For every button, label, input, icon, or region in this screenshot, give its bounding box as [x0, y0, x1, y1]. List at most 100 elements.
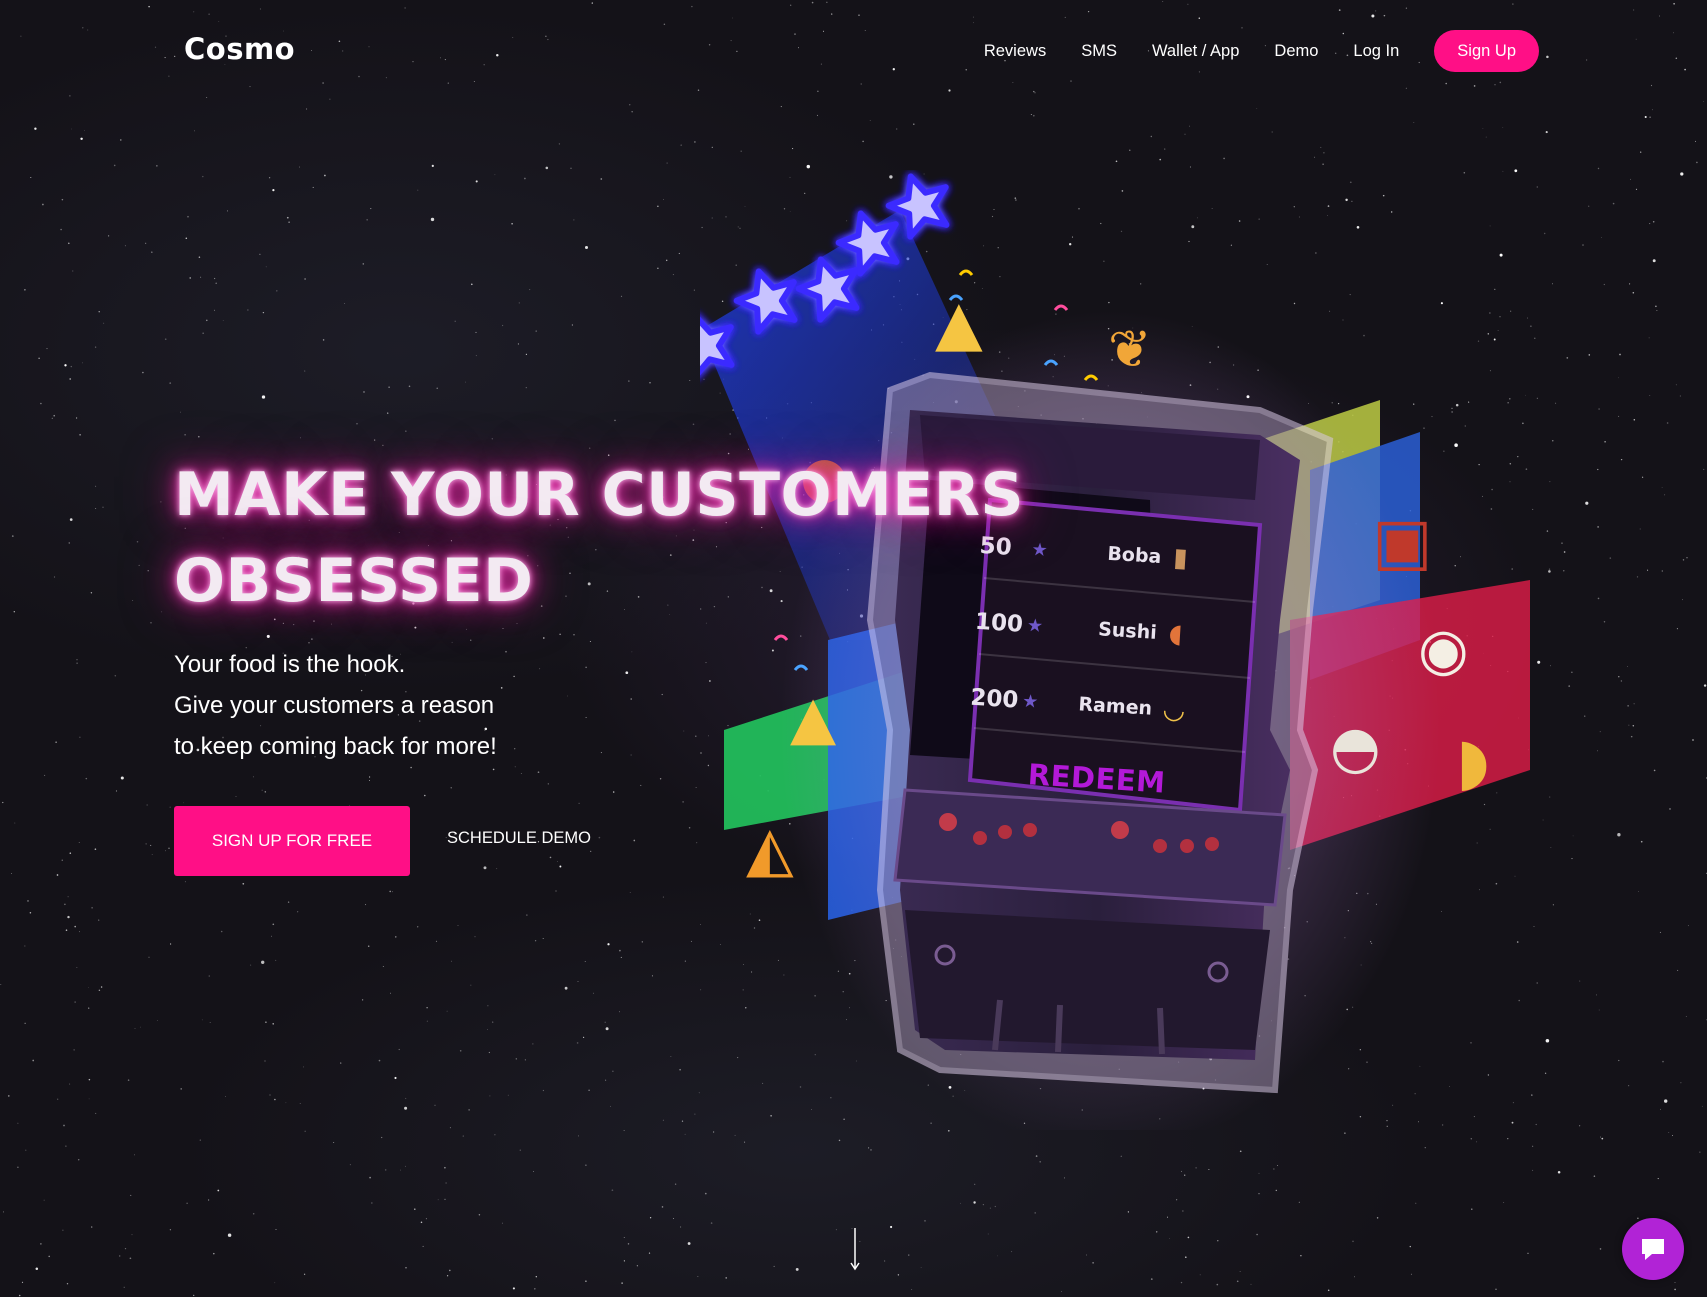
star-dot	[525, 387, 527, 389]
star-dot	[213, 277, 216, 280]
nav-link-log-in[interactable]: Log In	[1353, 42, 1399, 61]
party-popper-icon: ▲	[790, 683, 837, 753]
star-dot	[424, 794, 426, 797]
star-dot	[1352, 1240, 1354, 1243]
schedule-demo-link[interactable]: SCHEDULE DEMO	[447, 829, 591, 848]
star-dot	[711, 146, 713, 149]
star-dot	[578, 802, 580, 805]
star-dot	[670, 1056, 672, 1057]
chat-button[interactable]	[1622, 1218, 1684, 1280]
star-dot	[197, 435, 200, 438]
star-dot	[408, 385, 411, 388]
star-dot	[465, 628, 467, 630]
star-dot	[1502, 127, 1504, 128]
star-dot	[559, 865, 562, 868]
star-dot	[18, 1294, 21, 1297]
star-dot	[169, 1229, 172, 1231]
star-dot	[193, 1294, 195, 1297]
star-dot	[69, 95, 71, 97]
star-dot	[1300, 1254, 1302, 1257]
star-dot	[1092, 1262, 1094, 1264]
star-dot	[148, 956, 150, 958]
star-dot	[817, 90, 819, 93]
star-dot	[1277, 1165, 1279, 1167]
star-dot	[588, 1089, 590, 1092]
star-dot	[960, 1202, 961, 1204]
star-dot	[591, 2, 593, 4]
star-dot	[1383, 14, 1386, 17]
nav-link-sms[interactable]: SMS	[1081, 42, 1117, 61]
star-dot	[483, 866, 487, 870]
star-dot	[555, 890, 557, 892]
star-dot	[288, 221, 290, 224]
star-dot	[630, 754, 632, 756]
star-dot	[1409, 1245, 1411, 1248]
star-dot	[578, 1135, 580, 1137]
star-dot	[262, 311, 265, 314]
star-dot	[1166, 1216, 1169, 1218]
star-dot	[417, 189, 419, 191]
sign-up-for-free-button[interactable]: SIGN UP FOR FREE	[174, 806, 410, 876]
nav-link-demo[interactable]: Demo	[1274, 42, 1318, 61]
star-dot	[304, 278, 306, 280]
star-dot	[322, 339, 325, 341]
star-dot	[129, 1257, 132, 1260]
nav-link-wallet-app[interactable]: Wallet / App	[1152, 42, 1239, 61]
star-dot	[1672, 32, 1675, 34]
star-dot	[79, 736, 81, 738]
star-dot	[1187, 3, 1189, 5]
star-dot	[417, 926, 419, 928]
star-dot	[571, 324, 574, 326]
star-dot	[145, 242, 147, 244]
star-dot	[1258, 1193, 1260, 1195]
star-dot	[636, 1265, 639, 1267]
star-dot	[502, 324, 504, 327]
star-dot	[64, 903, 66, 906]
star-dot	[1236, 1280, 1239, 1283]
star-dot	[198, 256, 201, 258]
star-dot	[710, 1222, 713, 1224]
star-dot	[1632, 725, 1635, 727]
brand-logo[interactable]: Cosmo	[184, 32, 295, 66]
star-dot	[374, 439, 376, 441]
star-dot	[44, 774, 46, 776]
star-dot	[227, 1233, 232, 1237]
star-dot	[73, 1049, 75, 1051]
star-dot	[475, 331, 477, 333]
star-dot	[207, 1199, 210, 1201]
star-dot	[1070, 80, 1072, 82]
star-dot	[1588, 205, 1590, 207]
star-dot	[437, 1199, 439, 1201]
star-dot	[25, 1149, 27, 1151]
star-dot	[687, 1242, 691, 1245]
star-dot	[366, 219, 368, 221]
star-dot	[404, 1106, 408, 1110]
down-arrow-icon[interactable]	[848, 1228, 862, 1272]
star-dot	[470, 639, 472, 641]
star-dot	[1184, 133, 1186, 135]
star-dot	[618, 1011, 621, 1013]
star-dot	[398, 1048, 400, 1051]
star-dot	[519, 1149, 521, 1151]
nav-link-reviews[interactable]: Reviews	[984, 42, 1046, 61]
star-dot	[151, 854, 153, 855]
star-dot	[1473, 85, 1476, 87]
star-dot	[1650, 84, 1653, 87]
star-dot	[98, 989, 101, 992]
curry-rice-icon: ◉	[1418, 615, 1469, 683]
star-dot	[90, 592, 93, 594]
star-dot	[82, 27, 84, 29]
star-dot	[474, 936, 476, 938]
star-dot	[1445, 82, 1447, 85]
star-dot	[287, 901, 290, 903]
sign-up-button[interactable]: Sign Up	[1434, 30, 1539, 72]
star-dot	[1660, 1108, 1661, 1110]
star-dot	[11, 535, 14, 537]
star-dot	[76, 659, 78, 661]
star-dot	[505, 650, 507, 653]
star-dot	[1656, 309, 1658, 312]
star-dot	[1647, 569, 1649, 571]
star-dot	[147, 570, 149, 572]
star-dot	[1256, 108, 1258, 109]
star-dot	[620, 295, 623, 298]
